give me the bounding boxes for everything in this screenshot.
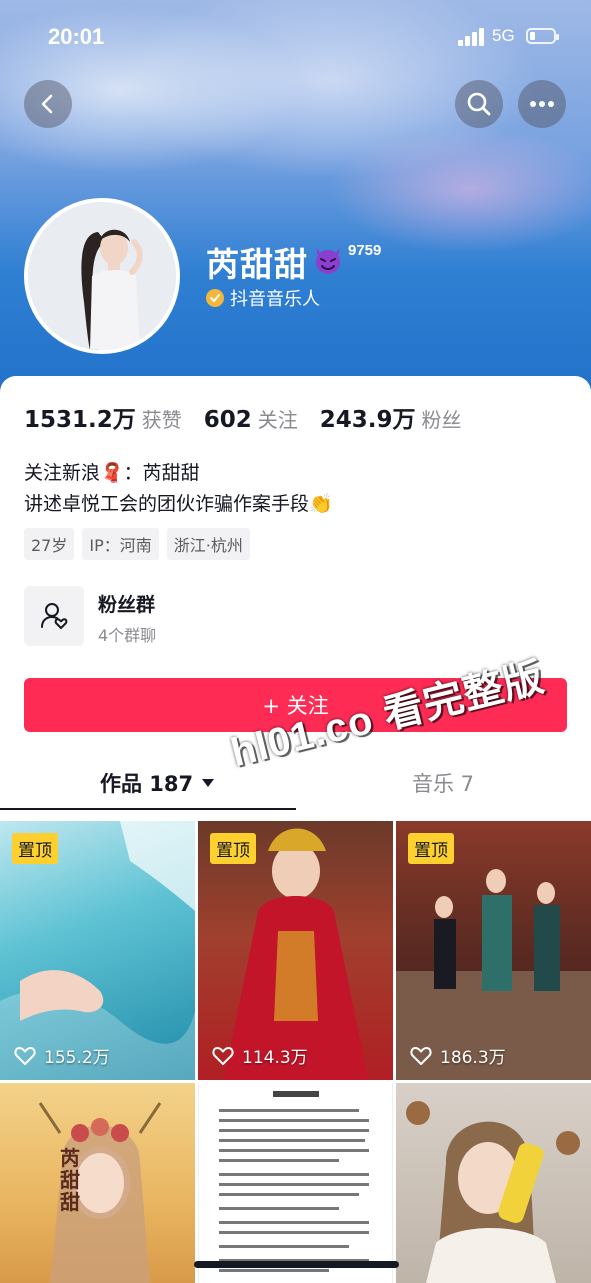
bio: 关注新浪🧣：芮甜甜 讲述卓悦工会的团伙诈骗作案手段👏 bbox=[24, 458, 333, 520]
video-tile[interactable] bbox=[396, 1083, 591, 1283]
video-tile[interactable]: 芮甜甜 bbox=[0, 1083, 195, 1283]
avatar[interactable] bbox=[24, 198, 180, 354]
following-label[interactable]: 关注 bbox=[258, 404, 298, 433]
pinned-badge: 置顶 bbox=[210, 833, 256, 864]
followers-count[interactable]: 243.9万 bbox=[320, 400, 416, 434]
age-tag: 27岁 bbox=[24, 528, 75, 560]
video-likes: 186.3万 bbox=[410, 1043, 506, 1068]
status-bar: 20:01 5G bbox=[0, 0, 591, 70]
search-button[interactable] bbox=[455, 80, 503, 128]
back-arrow-icon bbox=[41, 94, 53, 114]
devil-emoji-icon bbox=[316, 248, 340, 274]
verification-row[interactable]: 抖音音乐人 bbox=[206, 285, 320, 311]
video-tile[interactable]: 置顶 186.3万 bbox=[396, 821, 591, 1080]
likes-count: 1531.2万 bbox=[24, 407, 136, 433]
bio-line: 关注新浪🧣：芮甜甜 bbox=[24, 462, 200, 484]
video-tile[interactable]: 置顶 114.3万 bbox=[198, 821, 393, 1080]
video-likes: 114.3万 bbox=[212, 1043, 308, 1068]
video-tile[interactable]: 置顶 155.2万 bbox=[0, 821, 195, 1080]
tab-works[interactable]: 作品 187 bbox=[100, 768, 215, 798]
pinned-badge: 置顶 bbox=[12, 833, 58, 864]
video-likes: 155.2万 bbox=[14, 1043, 110, 1068]
fans-group-title: 粉丝群 bbox=[98, 594, 156, 616]
likes-label: 获赞 bbox=[141, 408, 182, 432]
pinned-badge: 置顶 bbox=[408, 833, 454, 864]
username: 芮甜甜 bbox=[206, 245, 308, 284]
heart-icon bbox=[410, 1046, 432, 1065]
video-likes-count: 155.2万 bbox=[44, 1048, 110, 1068]
more-button[interactable] bbox=[518, 80, 566, 128]
username-row: 芮甜甜 9759 bbox=[206, 238, 381, 286]
fans-group-icon-box bbox=[24, 586, 84, 646]
level-number: 9759 bbox=[348, 242, 382, 259]
fans-group-icon bbox=[41, 603, 68, 629]
tab-works-label: 作品 187 bbox=[100, 772, 194, 796]
video-likes-count: 186.3万 bbox=[440, 1048, 506, 1068]
ip-tag: IP：河南 bbox=[82, 528, 159, 560]
video-thumbnail bbox=[219, 1091, 369, 1272]
video-likes-count: 114.3万 bbox=[242, 1048, 308, 1068]
search-icon bbox=[467, 92, 491, 116]
content-tabs: 作品 187 音乐 7 bbox=[0, 768, 591, 818]
following-count[interactable]: 602 bbox=[204, 407, 252, 433]
back-button[interactable] bbox=[24, 80, 72, 128]
video-tile[interactable] bbox=[198, 1083, 393, 1283]
tab-music[interactable]: 音乐 7 bbox=[412, 768, 474, 798]
more-icon bbox=[530, 101, 554, 107]
heart-icon bbox=[14, 1046, 36, 1065]
bio-line: 讲述卓悦工会的团伙诈骗作案手段👏 bbox=[24, 493, 333, 515]
battery-icon bbox=[526, 28, 559, 44]
signal-icon bbox=[458, 28, 486, 46]
followers-label[interactable]: 粉丝 bbox=[422, 404, 462, 433]
video-thumbnail bbox=[38, 1102, 162, 1283]
tab-active-indicator bbox=[0, 808, 296, 810]
home-indicator[interactable] bbox=[194, 1261, 399, 1268]
status-time: 20:01 bbox=[48, 24, 105, 49]
fans-group-subtitle: 4个群聊 bbox=[98, 626, 157, 645]
dropdown-triangle-icon bbox=[202, 779, 215, 787]
video-thumbnail bbox=[406, 1101, 580, 1283]
poster-text: 芮甜甜 bbox=[60, 1146, 80, 1214]
profile-tags: 27岁 IP：河南 浙江·杭州 bbox=[24, 528, 258, 560]
stats-row: 1531.2万 获赞 602 关注 243.9万 粉丝 bbox=[24, 400, 484, 434]
location-tag: 浙江·杭州 bbox=[166, 528, 250, 560]
network-label: 5G bbox=[492, 26, 515, 45]
verified-check-icon bbox=[206, 289, 224, 307]
avatar-image bbox=[28, 202, 176, 350]
heart-icon bbox=[212, 1046, 234, 1065]
fans-group-entry[interactable]: 粉丝群 4个群聊 bbox=[24, 586, 424, 648]
verify-label: 抖音音乐人 bbox=[230, 289, 320, 310]
